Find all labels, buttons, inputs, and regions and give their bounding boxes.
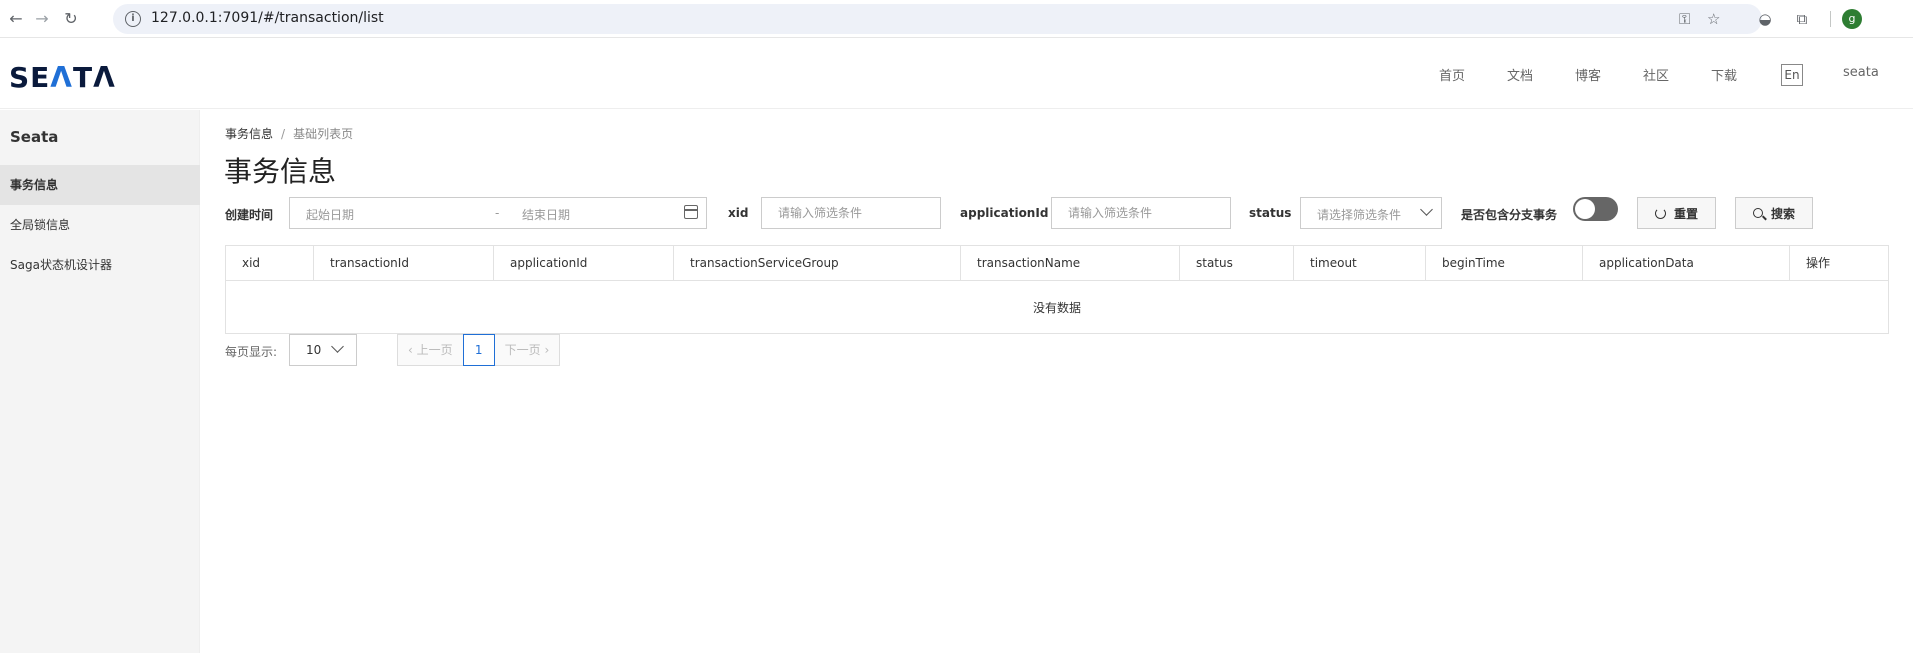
sidebar-title: Seata xyxy=(10,128,59,146)
prev-page-button[interactable]: ‹ 上一页 xyxy=(398,335,463,365)
breadcrumb-current: 基础列表页 xyxy=(293,127,354,141)
toggle-knob xyxy=(1575,199,1595,219)
page-number-current[interactable]: 1 xyxy=(462,334,495,366)
sidebar-item-global-locks[interactable]: 全局锁信息 xyxy=(0,205,200,245)
pagination: ‹ 上一页 1 下一页 › xyxy=(397,334,561,366)
extensions-puzzle-icon[interactable]: ⧉ xyxy=(1792,9,1812,29)
empty-state: 没有数据 xyxy=(1032,301,1081,315)
application-id-field[interactable] xyxy=(1051,197,1231,229)
application-id-input[interactable] xyxy=(1052,198,1230,228)
seata-logo[interactable]: SEΛTΛ xyxy=(9,61,116,94)
app-header: SEΛTΛ 首页 文档 博客 社区 下载 En seata xyxy=(0,39,1913,109)
search-label: 搜索 xyxy=(1770,206,1795,221)
transaction-table: xid transactionId applicationId transact… xyxy=(225,245,1889,334)
back-icon[interactable]: ← xyxy=(6,9,26,29)
column-application-id: applicationId xyxy=(494,246,674,281)
nav-community[interactable]: 社区 xyxy=(1643,65,1669,84)
column-transaction-name: transactionName xyxy=(961,246,1180,281)
chevron-down-icon xyxy=(331,340,344,353)
column-status: status xyxy=(1180,246,1294,281)
page-size-value: 10 xyxy=(306,343,322,357)
site-info-icon[interactable]: i xyxy=(125,11,141,27)
page-size-label: 每页显示: xyxy=(225,345,278,359)
xid-field[interactable] xyxy=(761,197,941,229)
profile-avatar[interactable]: g xyxy=(1842,9,1862,29)
reload-icon[interactable]: ↻ xyxy=(61,9,81,29)
breadcrumb: 事务信息 / 基础列表页 xyxy=(225,127,354,141)
reset-label: 重置 xyxy=(1673,206,1698,221)
xid-input[interactable] xyxy=(762,198,940,228)
column-service-group: transactionServiceGroup xyxy=(674,246,961,281)
bookmark-star-icon[interactable]: ☆ xyxy=(1707,10,1720,28)
search-icon xyxy=(1752,208,1763,218)
include-branch-label: 是否包含分支事务 xyxy=(1461,208,1558,222)
page-size-select[interactable]: 10 xyxy=(289,334,357,366)
status-select[interactable]: 请选择筛选条件 xyxy=(1300,197,1442,229)
forward-icon[interactable]: → xyxy=(32,9,52,29)
column-actions: 操作 xyxy=(1806,256,1831,270)
chevron-right-icon: › xyxy=(540,343,550,357)
column-transaction-id: transactionId xyxy=(314,246,494,281)
chevron-left-icon: ‹ xyxy=(408,343,417,357)
calendar-icon[interactable] xyxy=(684,205,698,219)
application-id-label: applicationId xyxy=(960,206,1049,220)
next-page-button[interactable]: 下一页 › xyxy=(494,335,560,365)
search-button[interactable]: 搜索 xyxy=(1735,197,1813,229)
breadcrumb-root[interactable]: 事务信息 xyxy=(225,127,273,141)
include-branch-toggle[interactable] xyxy=(1573,197,1618,221)
column-xid: xid xyxy=(226,246,314,281)
nav-home[interactable]: 首页 xyxy=(1439,65,1465,84)
table-header: xid transactionId applicationId transact… xyxy=(226,246,1888,281)
browser-toolbar: ← → ↻ i 127.0.0.1:7091/#/transaction/lis… xyxy=(0,0,1913,38)
date-end-placeholder: 结束日期 xyxy=(522,208,571,222)
date-range-picker[interactable]: 起始日期 - 结束日期 xyxy=(289,197,707,229)
extension-glasses-icon[interactable]: ◒ xyxy=(1755,9,1775,29)
chevron-down-icon xyxy=(1420,203,1433,216)
column-timeout: timeout xyxy=(1294,246,1426,281)
xid-label: xid xyxy=(728,206,749,220)
address-bar[interactable]: i 127.0.0.1:7091/#/transaction/list ⚿ ☆ xyxy=(113,4,1762,34)
nav-blog[interactable]: 博客 xyxy=(1575,65,1601,84)
nav-download[interactable]: 下载 xyxy=(1711,65,1737,84)
date-start-placeholder: 起始日期 xyxy=(306,208,355,222)
status-placeholder: 请选择筛选条件 xyxy=(1317,208,1402,222)
toolbar-divider xyxy=(1830,11,1831,27)
created-time-label: 创建时间 xyxy=(225,208,274,222)
page-title: 事务信息 xyxy=(224,155,337,188)
url-text: 127.0.0.1:7091/#/transaction/list xyxy=(151,10,384,26)
refresh-icon xyxy=(1654,207,1666,219)
status-label: status xyxy=(1249,206,1292,220)
column-application-data: applicationData xyxy=(1583,246,1790,281)
reset-button[interactable]: 重置 xyxy=(1637,197,1716,229)
column-begin-time: beginTime xyxy=(1426,246,1583,281)
password-key-icon[interactable]: ⚿ xyxy=(1679,10,1690,28)
sidebar-item-saga-designer[interactable]: Saga状态机设计器 xyxy=(0,245,200,285)
language-toggle[interactable]: En xyxy=(1781,64,1803,86)
sidebar: Seata 事务信息 全局锁信息 Saga状态机设计器 xyxy=(0,110,200,653)
user-name[interactable]: seata xyxy=(1843,65,1879,80)
nav-docs[interactable]: 文档 xyxy=(1507,65,1533,84)
sidebar-item-transactions[interactable]: 事务信息 xyxy=(0,165,200,205)
